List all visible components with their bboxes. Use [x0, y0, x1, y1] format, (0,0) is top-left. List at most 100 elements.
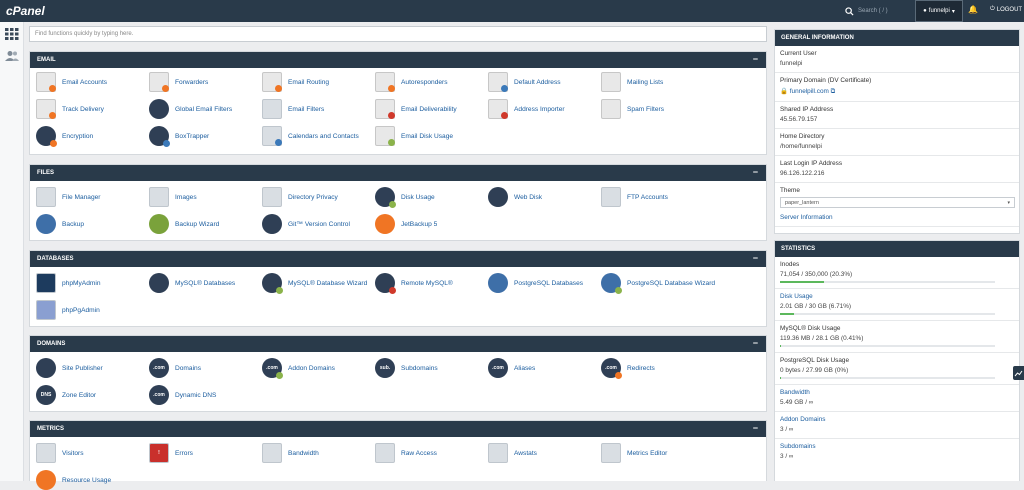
collapse-icon[interactable]: −	[753, 54, 758, 64]
default-address-link[interactable]: Default Address	[488, 72, 598, 92]
visitors-icon	[36, 443, 56, 463]
global-email-filters-link[interactable]: Global Email Filters	[149, 99, 259, 119]
images-link[interactable]: Images	[149, 187, 259, 207]
collapse-icon[interactable]: −	[753, 253, 758, 263]
boxtrapper-link[interactable]: BoxTrapper	[149, 126, 259, 147]
dns-icon: DNS	[36, 385, 56, 405]
statistics-title: STATISTICS	[775, 241, 1019, 257]
theme-select[interactable]: paper_lantern ▾	[780, 197, 1015, 208]
git-version-control-link[interactable]: Git™ Version Control	[262, 214, 372, 234]
grid-icon[interactable]	[5, 28, 19, 40]
email-section-header[interactable]: EMAIL −	[30, 52, 766, 68]
spam-filters-link[interactable]: Spam Filters	[601, 99, 711, 119]
users-icon[interactable]	[5, 50, 19, 62]
mysql-disk-row: MySQL® Disk Usage 119.36 MB / 28.1 GB (0…	[775, 321, 1019, 353]
jetbackup-icon	[375, 214, 395, 234]
last-login-value: 96.126.122.216	[780, 170, 825, 177]
backup-clock-icon	[36, 214, 56, 234]
directory-privacy-link[interactable]: Directory Privacy	[262, 187, 372, 207]
stats-chart-icon[interactable]	[1013, 366, 1024, 380]
home-directory-value: /home/funnelpi	[780, 143, 822, 150]
errors-link[interactable]: ! Errors	[149, 443, 259, 463]
postgres-wizard-icon	[601, 273, 622, 294]
email-disk-usage-link[interactable]: Email Disk Usage	[375, 126, 485, 146]
dynamic-dns-link[interactable]: .com Dynamic DNS	[149, 385, 259, 405]
global-search[interactable]: Search ( / )	[845, 5, 888, 17]
mysql-databases-link[interactable]: MySQL® Databases	[149, 273, 259, 293]
phppgadmin-link[interactable]: phpPgAdmin	[36, 300, 146, 320]
collapse-icon[interactable]: −	[753, 167, 758, 177]
addon-domains-stat-link[interactable]: Addon Domains	[780, 416, 1014, 423]
autoresponders-link[interactable]: Autoresponders	[375, 72, 485, 92]
encryption-link[interactable]: Encryption	[36, 126, 146, 147]
email-section-title: EMAIL	[37, 57, 56, 63]
ftp-accounts-link[interactable]: FTP Accounts	[601, 187, 711, 207]
server-information-link[interactable]: Server Information	[780, 214, 833, 221]
error-icon: !	[149, 443, 169, 463]
resource-usage-link[interactable]: Resource Usage	[36, 470, 146, 490]
subdomains-stat-link[interactable]: Subdomains	[780, 443, 1014, 450]
logout-button[interactable]: ⏻ LOGOUT	[990, 6, 1022, 13]
cpanel-logo[interactable]: cPanel	[6, 4, 45, 18]
mysql-wizard-link[interactable]: MySQL® Database Wizard	[262, 273, 372, 294]
files-section: FILES − File Manager Images Directory Pr…	[29, 164, 767, 241]
track-delivery-link[interactable]: Track Delivery	[36, 99, 146, 119]
web-disk-link[interactable]: Web Disk	[488, 187, 598, 207]
email-deliverability-link[interactable]: Email Deliverability	[375, 99, 485, 119]
collapse-icon[interactable]: −	[753, 423, 758, 433]
domains-section-header[interactable]: DOMAINS −	[30, 336, 766, 352]
raw-access-link[interactable]: Raw Access	[375, 443, 485, 463]
bandwidth-stat-link[interactable]: Bandwidth	[780, 389, 1014, 396]
shared-ip-value: 45.56.79.157	[780, 116, 818, 123]
redirects-link[interactable]: .com Redirects	[601, 358, 711, 379]
external-link-icon[interactable]: ⧉	[831, 88, 836, 95]
bandwidth-link[interactable]: Bandwidth	[262, 443, 372, 463]
zone-editor-link[interactable]: DNS Zone Editor	[36, 385, 146, 405]
postgresql-databases-link[interactable]: PostgreSQL Databases	[488, 273, 598, 293]
files-section-header[interactable]: FILES −	[30, 165, 766, 181]
metrics-section-header[interactable]: METRICS −	[30, 421, 766, 437]
subdomain-icon: sub.	[375, 358, 395, 378]
address-importer-link[interactable]: Address Importer	[488, 99, 598, 119]
git-icon	[262, 214, 282, 234]
jetbackup-link[interactable]: JetBackup 5	[375, 214, 485, 234]
mailing-lists-link[interactable]: Mailing Lists	[601, 72, 711, 92]
file-manager-link[interactable]: File Manager	[36, 187, 146, 207]
awstats-link[interactable]: Awstats	[488, 443, 598, 463]
calendars-contacts-link[interactable]: Calendars and Contacts	[262, 126, 372, 146]
phpmyadmin-link[interactable]: phpMyAdmin	[36, 273, 146, 293]
find-functions-input[interactable]: Find functions quickly by typing here.	[29, 26, 767, 42]
site-publisher-link[interactable]: Site Publisher	[36, 358, 146, 378]
user-menu-button[interactable]: ● funnelpi ▾	[915, 0, 963, 22]
email-filters-link[interactable]: Email Filters	[262, 99, 372, 119]
addon-domains-link[interactable]: .com Addon Domains	[262, 358, 372, 379]
backup-wizard-link[interactable]: Backup Wizard	[149, 214, 259, 234]
email-routing-link[interactable]: Email Routing	[262, 72, 372, 92]
databases-section-header[interactable]: DATABASES −	[30, 251, 766, 267]
forwarders-link[interactable]: Forwarders	[149, 72, 259, 92]
paper-plane-icon	[36, 358, 56, 378]
backup-link[interactable]: Backup	[36, 214, 146, 234]
aliases-link[interactable]: .com Aliases	[488, 358, 598, 378]
metrics-editor-link[interactable]: Metrics Editor	[601, 443, 711, 463]
primary-domain-link[interactable]: funnelpill.com	[790, 88, 829, 95]
collapse-icon[interactable]: −	[753, 338, 758, 348]
bell-icon[interactable]: 🔔	[968, 5, 978, 14]
postgres-database-icon	[488, 273, 508, 293]
postgresql-progress-bar	[780, 377, 995, 379]
postgresql-wizard-link[interactable]: PostgreSQL Database Wizard	[601, 273, 715, 294]
inodes-row: Inodes 71,054 / 350,000 (20.3%)	[775, 257, 1019, 289]
log-file-icon	[375, 443, 395, 463]
disk-usage-link[interactable]: Disk Usage	[375, 187, 485, 208]
file-cabinet-icon	[36, 187, 56, 207]
metrics-section-title: METRICS	[37, 426, 64, 432]
track-delivery-icon	[36, 99, 56, 119]
at-sign-icon	[488, 72, 508, 92]
visitors-link[interactable]: Visitors	[36, 443, 146, 463]
backup-wizard-icon	[149, 214, 169, 234]
subdomains-link[interactable]: sub. Subdomains	[375, 358, 485, 378]
domains-link[interactable]: .com Domains	[149, 358, 259, 378]
disk-usage-stat-link[interactable]: Disk Usage	[780, 293, 1014, 300]
remote-mysql-link[interactable]: Remote MySQL®	[375, 273, 485, 294]
email-accounts-link[interactable]: Email Accounts	[36, 72, 146, 92]
